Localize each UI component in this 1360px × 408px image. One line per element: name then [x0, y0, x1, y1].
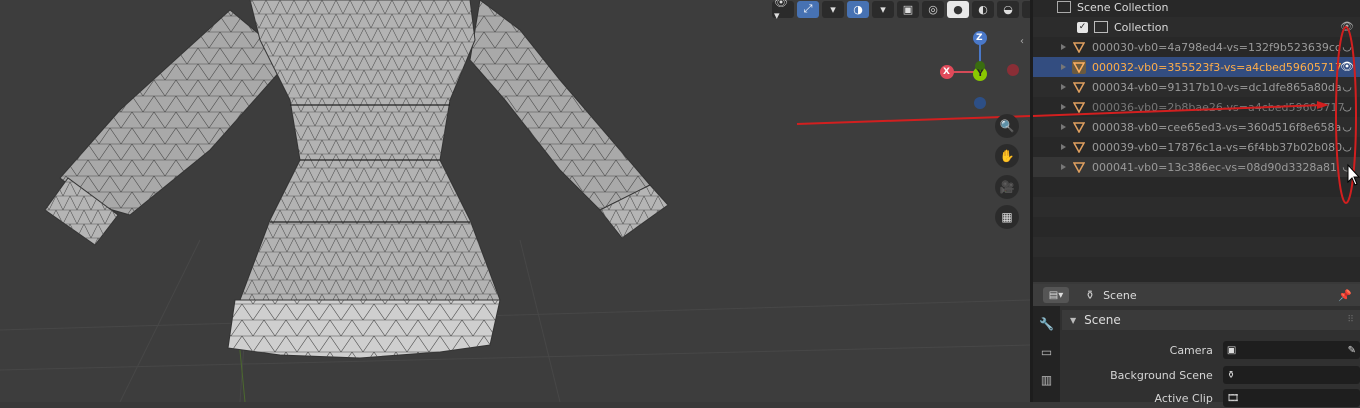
camera-view-icon[interactable]: 🎥 — [995, 175, 1019, 199]
3d-viewport[interactable]: 👁▾ ⤢ ▾ ◑ ▾ ▣ ◎ ● ◐ ◒ ▾ Z X Y 🔍 ✋ 🎥 ▦ ‹ — [0, 0, 1030, 402]
annotation-overlay — [1033, 26, 1360, 204]
overlays-dropdown-icon[interactable]: ▾ — [872, 0, 894, 18]
background-scene-row: Background Scene ⚱ — [1062, 365, 1360, 385]
editor-type-icon[interactable]: ▤▾ — [1043, 287, 1069, 303]
gizmo-toggle-icon[interactable]: ⤢ — [797, 0, 819, 18]
overlays-icon[interactable]: ◑ — [847, 0, 869, 18]
context-label: Scene — [1103, 288, 1137, 302]
gizmo-x-label: X — [943, 67, 950, 77]
gizmo-neg-x-axis[interactable] — [1007, 64, 1019, 76]
properties-tabs: 🔧 ▭ ▥ — [1033, 306, 1060, 402]
gizmo-neg-z-axis[interactable] — [974, 97, 986, 109]
wireframe-shading-icon[interactable]: ◎ — [922, 0, 944, 18]
scene-context-icon: ⚱ — [1085, 288, 1096, 302]
panel-title: Scene — [1084, 313, 1121, 327]
properties-header: ▤▾ ⚱ Scene 📌 — [1033, 284, 1360, 306]
shading-dropdown-icon[interactable]: ▾ — [1022, 0, 1030, 18]
tool-tab-icon[interactable]: 🔧 — [1037, 314, 1057, 334]
eyedropper-icon[interactable]: ✎ — [1348, 345, 1356, 356]
scene-icon: ⚱ — [1226, 369, 1236, 381]
active-clip-label: Active Clip — [1154, 391, 1213, 405]
viewport-header: 👁▾ ⤢ ▾ ◑ ▾ ▣ ◎ ● ◐ ◒ ▾ — [772, 0, 1030, 22]
panel-collapse-icon[interactable]: ▼ — [1070, 316, 1076, 325]
xray-icon[interactable]: ▣ — [897, 0, 919, 18]
properties-editor: ▤▾ ⚱ Scene 📌 🔧 ▭ ▥ ▼ Scene ⠿ Camera ▣ ✎ … — [1033, 284, 1360, 407]
solid-shading-icon[interactable]: ● — [947, 0, 969, 18]
material-shading-icon[interactable]: ◐ — [972, 0, 994, 18]
background-scene-field[interactable]: ⚱ — [1222, 366, 1360, 384]
active-clip-row: Active Clip 🎞 — [1062, 388, 1360, 408]
sidebar-collapse-icon[interactable]: ‹ — [1020, 36, 1024, 47]
camera-label: Camera — [1169, 343, 1213, 357]
gizmo-y-label: Y — [977, 69, 984, 79]
active-clip-field[interactable]: 🎞 — [1222, 389, 1360, 407]
scene-panel-header[interactable]: ▼ Scene ⠿ — [1062, 310, 1360, 330]
output-tab-icon[interactable]: ▥ — [1037, 370, 1057, 390]
ortho-grid-icon[interactable]: ▦ — [995, 205, 1019, 229]
jacket-mesh-render — [0, 0, 1030, 402]
camera-object-icon: ▣ — [1226, 344, 1237, 356]
gizmo-dropdown-icon[interactable]: ▾ — [822, 0, 844, 18]
rendered-shading-icon[interactable]: ◒ — [997, 0, 1019, 18]
gizmo-z-label: Z — [976, 33, 983, 43]
zoom-icon[interactable]: 🔍 — [995, 114, 1019, 138]
render-tab-icon[interactable]: ▭ — [1037, 342, 1057, 362]
outliner-panel: Scene Collection ✓ Collection 👁 000030-v… — [1033, 0, 1360, 282]
camera-field[interactable]: ▣ ✎ — [1222, 341, 1360, 359]
background-scene-label: Background Scene — [1110, 368, 1213, 382]
drag-handle-icon[interactable]: ⠿ — [1347, 315, 1354, 325]
pin-icon[interactable]: 📌 — [1338, 289, 1352, 302]
camera-row: Camera ▣ ✎ — [1062, 340, 1360, 360]
visibility-icon[interactable]: 👁▾ — [772, 0, 794, 22]
pan-hand-icon[interactable]: ✋ — [995, 144, 1019, 168]
